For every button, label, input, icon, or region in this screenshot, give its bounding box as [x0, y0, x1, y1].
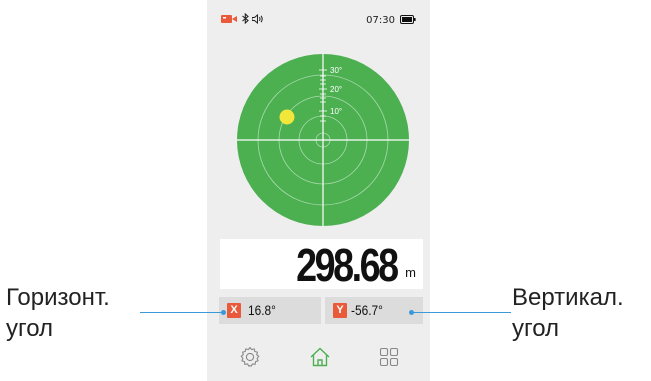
volume-icon	[251, 11, 264, 29]
home-icon	[310, 347, 330, 367]
horizontal-angle-value: 16.8°	[248, 302, 276, 318]
scale-label-10: 10°	[330, 107, 342, 116]
x-axis-badge: X	[227, 303, 241, 318]
right-callout-line	[412, 312, 511, 313]
left-label-line1: Горизонт.	[6, 284, 110, 311]
status-bar: 07:30	[207, 10, 430, 30]
level-bubble	[279, 109, 295, 125]
status-icons-left	[221, 11, 264, 29]
distance-value: 298.68	[296, 239, 399, 291]
y-axis-badge: Y	[333, 303, 347, 318]
clock-time: 07:30	[366, 14, 395, 26]
left-callout-line	[140, 312, 223, 313]
right-label-line2: угол	[512, 315, 560, 342]
distance-unit: m	[405, 265, 416, 280]
camera-record-icon	[221, 11, 239, 29]
bottom-nav	[207, 335, 430, 381]
settings-icon	[240, 346, 260, 367]
scale-label-20: 20°	[330, 85, 342, 94]
horizontal-angle-box: X 16.8°	[219, 297, 321, 324]
right-label-line1: Вертикал.	[512, 284, 624, 311]
phone-screen: 07:30 30° 20° 10° 298.68 m X 16.8° Y -56…	[207, 0, 430, 381]
menu-grid-button[interactable]	[377, 345, 401, 369]
distance-readout: 298.68 m	[220, 239, 423, 291]
level-radar: 30° 20° 10°	[237, 54, 409, 226]
right-callout-dot	[409, 310, 414, 315]
status-icons-right: 07:30	[366, 13, 416, 27]
left-label-line2: угол	[6, 315, 54, 342]
settings-button[interactable]	[238, 345, 262, 369]
battery-icon	[400, 11, 416, 29]
left-callout-dot	[221, 310, 226, 315]
vertical-angle-value: -56.7°	[351, 302, 383, 318]
home-button[interactable]	[308, 345, 332, 369]
grid-icon	[379, 347, 399, 367]
scale-label-30: 30°	[330, 66, 342, 75]
bluetooth-icon	[242, 11, 249, 29]
